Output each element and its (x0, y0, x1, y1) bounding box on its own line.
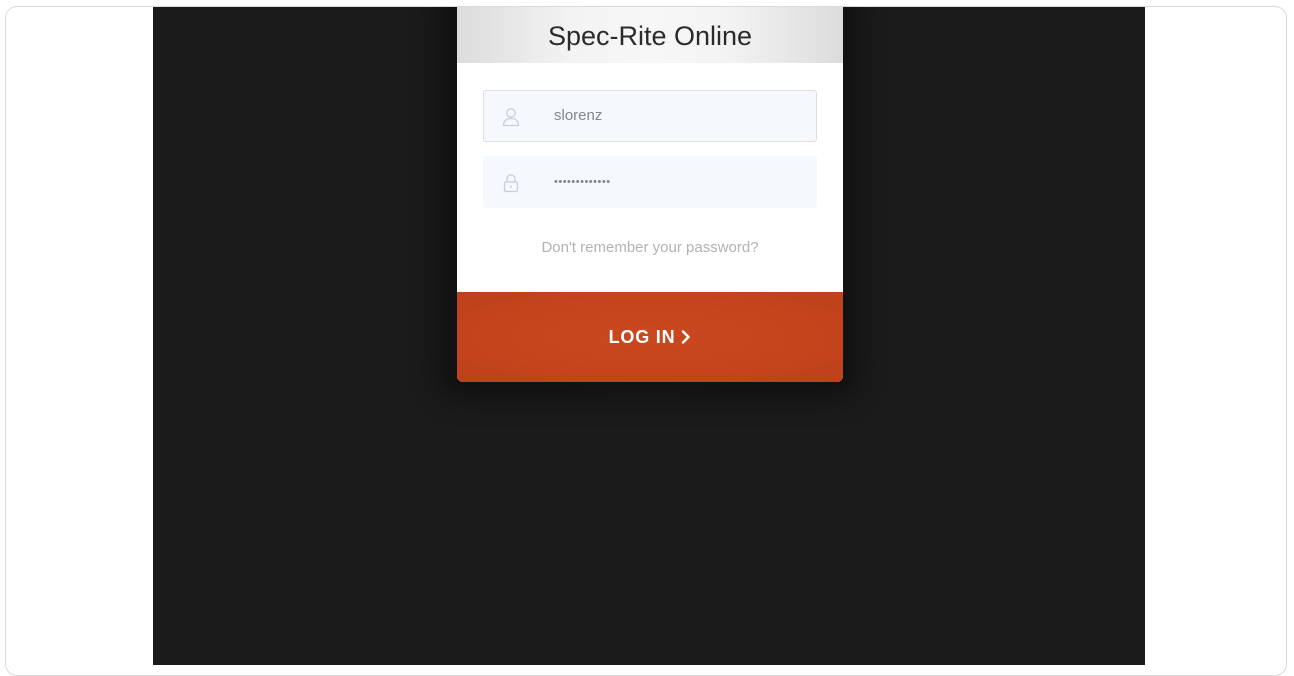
lock-icon (502, 173, 520, 193)
chevron-right-icon (681, 330, 691, 344)
app-title: Spec-Rite Online (547, 20, 753, 51)
login-card: Spec-Rite Online slorenz ••••••••••••• D… (447, 7, 849, 387)
login-button[interactable]: LOG IN (457, 292, 843, 382)
username-field[interactable]: slorenz (483, 90, 817, 142)
login-card-header: Spec-Rite Online (457, 7, 843, 63)
password-field[interactable]: ••••••••••••• (483, 156, 817, 208)
browser-viewport: Spec-Rite Online slorenz ••••••••••••• D… (153, 7, 1145, 665)
user-icon (502, 107, 520, 127)
password-value: ••••••••••••• (554, 176, 611, 188)
username-value: slorenz (554, 107, 603, 124)
forgot-password-link[interactable]: Don't remember your password? (457, 239, 843, 256)
login-card-body: Spec-Rite Online slorenz ••••••••••••• D… (457, 7, 843, 382)
login-button-label: LOG IN (608, 326, 676, 347)
